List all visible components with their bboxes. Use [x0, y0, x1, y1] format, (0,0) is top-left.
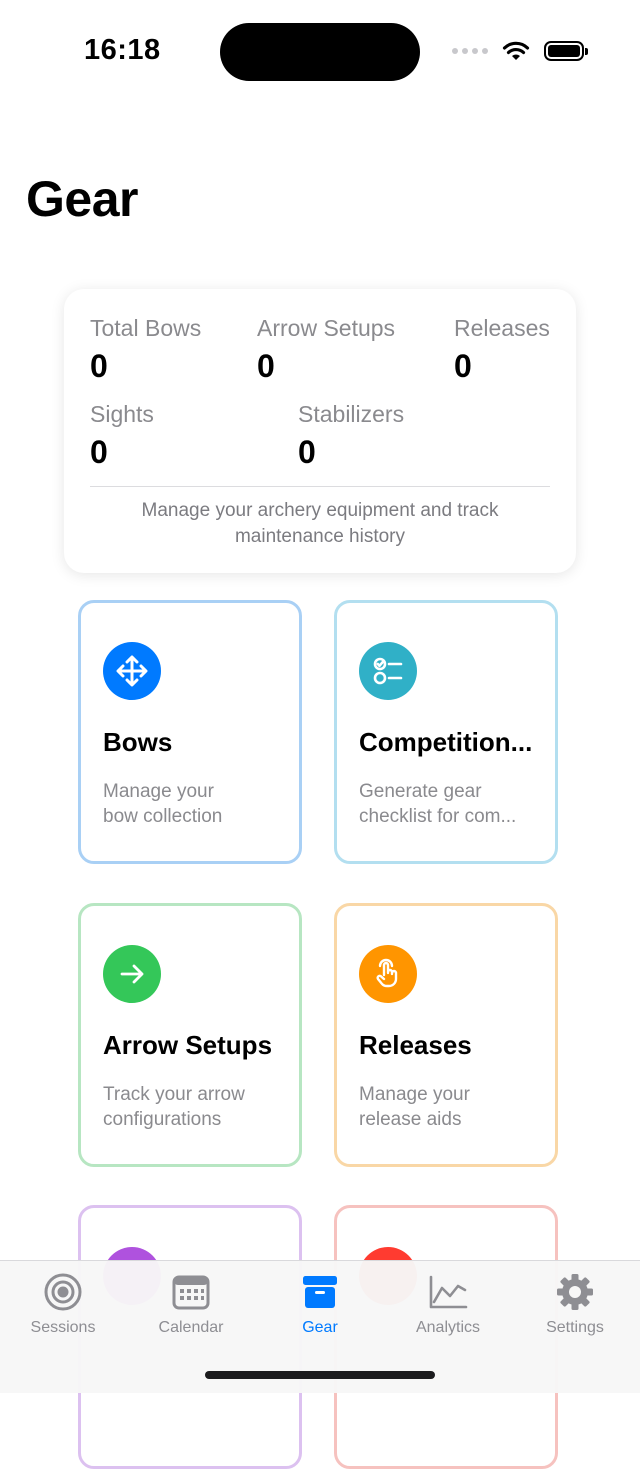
tile-title: Arrow Setups: [103, 1030, 273, 1060]
tile-subtitle: Track your arrow configurations: [103, 1082, 283, 1132]
stat-total-bows: Total Bows 0: [90, 315, 201, 385]
tab-sessions[interactable]: Sessions: [0, 1269, 127, 1337]
dynamic-island: [220, 23, 420, 81]
stat-stabilizers: Stabilizers 0: [298, 401, 404, 471]
page-title: Gear: [26, 171, 138, 227]
stat-value: 0: [454, 348, 472, 384]
stat-value: 0: [298, 434, 316, 470]
status-time: 16:18: [84, 34, 161, 66]
tile-subtitle-line: release aids: [359, 1109, 462, 1130]
tab-analytics[interactable]: Analytics: [384, 1269, 512, 1337]
stat-value: 0: [90, 348, 108, 384]
tab-label: Settings: [546, 1319, 604, 1336]
checklist-icon: [359, 642, 417, 700]
move-arrows-icon: [103, 642, 161, 700]
tab-settings[interactable]: Settings: [511, 1269, 639, 1337]
tile-subtitle: Generate gear checklist for com...: [359, 779, 539, 829]
stat-label: Arrow Setups: [257, 315, 396, 341]
tile-subtitle-line: configurations: [103, 1109, 222, 1130]
tile-subtitle-line: Manage your: [359, 1084, 470, 1105]
tile-subtitle-line: Track your arrow: [103, 1084, 245, 1105]
tab-gear[interactable]: Gear: [256, 1269, 384, 1337]
stat-sights: Sights 0: [90, 401, 154, 471]
tile-subtitle-line: checklist for com...: [359, 806, 517, 827]
line-chart-icon: [384, 1269, 512, 1315]
tab-label: Gear: [302, 1319, 338, 1336]
arrow-setups-tile[interactable]: Arrow Setups Track your arrow configurat…: [78, 903, 302, 1167]
battery-icon: [544, 41, 588, 61]
gear-summary-card: Total Bows 0 Arrow Setups 0 Releases 0 S…: [64, 289, 576, 573]
hand-tap-icon: [359, 945, 417, 1003]
tile-subtitle-line: Generate gear: [359, 781, 482, 802]
target-icon: [0, 1269, 127, 1315]
tab-label: Calendar: [158, 1319, 224, 1336]
gear-icon: [511, 1269, 639, 1315]
tile-subtitle-line: Manage your: [103, 781, 214, 802]
archive-box-icon: [256, 1269, 384, 1315]
tab-label: Sessions: [30, 1319, 96, 1336]
tile-title: Competition...: [359, 727, 533, 757]
stat-label: Sights: [90, 401, 154, 427]
stat-releases: Releases 0: [454, 315, 550, 385]
stat-label: Releases: [454, 315, 550, 341]
tile-subtitle: Manage your release aids: [359, 1082, 539, 1132]
stat-value: 0: [257, 348, 275, 384]
divider: [90, 486, 550, 487]
releases-tile[interactable]: Releases Manage your release aids: [334, 903, 558, 1167]
cellular-signal-icon: [452, 48, 488, 54]
home-indicator: [205, 1371, 435, 1379]
tile-title: Releases: [359, 1030, 472, 1060]
stat-value: 0: [90, 434, 108, 470]
bows-tile[interactable]: Bows Manage your bow collection: [78, 600, 302, 864]
tile-subtitle: Manage your bow collection: [103, 779, 283, 829]
stat-arrow-setups: Arrow Setups 0: [257, 315, 395, 385]
tab-calendar[interactable]: Calendar: [127, 1269, 255, 1337]
status-indicators: [452, 40, 588, 62]
tile-subtitle-line: bow collection: [103, 806, 223, 827]
stat-label: Total Bows: [90, 315, 202, 341]
arrow-right-icon: [103, 945, 161, 1003]
stat-label: Stabilizers: [298, 401, 405, 427]
competition-checklist-tile[interactable]: Competition... Generate gear checklist f…: [334, 600, 558, 864]
wifi-icon: [502, 41, 530, 60]
tile-title: Bows: [103, 727, 173, 757]
summary-description: Manage your archery equipment and track …: [141, 500, 499, 547]
calendar-icon: [127, 1269, 255, 1315]
tab-label: Analytics: [415, 1319, 481, 1336]
